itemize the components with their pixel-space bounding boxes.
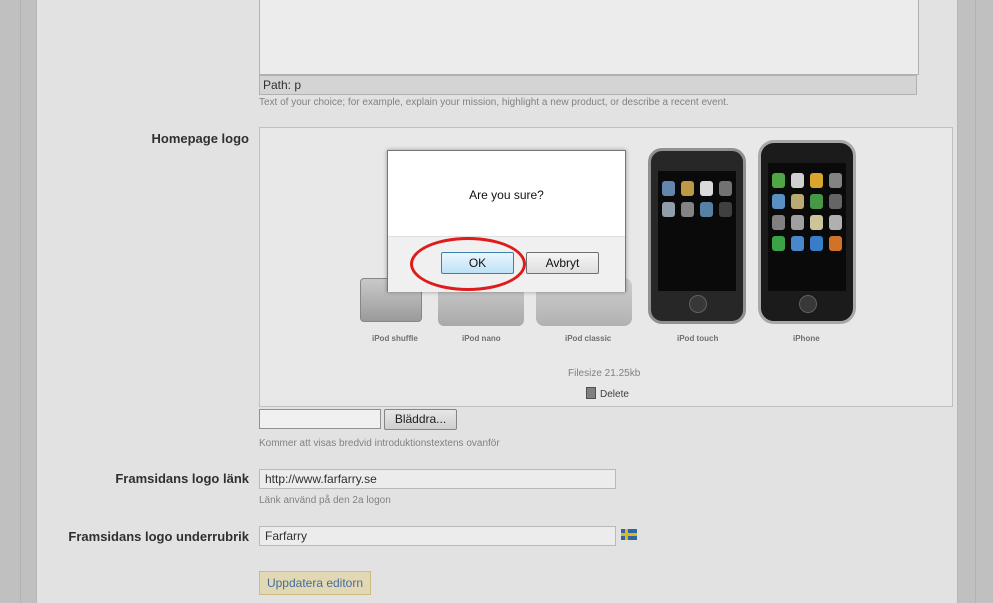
cancel-button[interactable]: Avbryt bbox=[526, 252, 599, 274]
modal-overlay bbox=[0, 0, 993, 603]
dialog-message: Are you sure? bbox=[469, 188, 544, 202]
dialog-button-bar: OK Avbryt bbox=[388, 236, 625, 292]
confirm-dialog: Are you sure? OK Avbryt bbox=[387, 150, 626, 292]
ok-button[interactable]: OK bbox=[441, 252, 514, 274]
